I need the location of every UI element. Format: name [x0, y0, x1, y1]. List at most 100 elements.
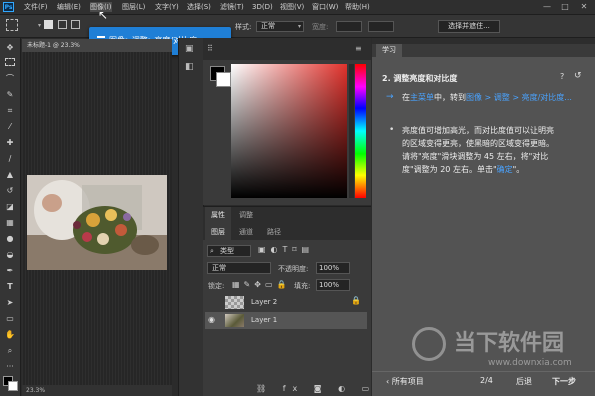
- color-picker-field[interactable]: [231, 64, 347, 198]
- blend-mode-select[interactable]: 正常: [207, 262, 271, 274]
- color-panel-scrollbar[interactable]: [349, 64, 354, 198]
- blur-icon[interactable]: ●: [3, 233, 17, 244]
- fill-input[interactable]: 100%: [316, 279, 350, 291]
- eye-icon[interactable]: ◉: [208, 315, 215, 324]
- menu-filter[interactable]: 滤镜(T): [220, 2, 244, 12]
- bullet-line-4: 度"调整为 20 左右。单击"确定"。: [402, 163, 524, 176]
- tab-channels[interactable]: 通道: [233, 224, 259, 240]
- stamp-icon[interactable]: ▲: [3, 169, 17, 180]
- more-icon[interactable]: ···: [3, 361, 17, 372]
- all-projects-label: 所有项目: [391, 377, 424, 386]
- history-panel-icon[interactable]: ▣: [185, 44, 194, 54]
- canvas-photo: [27, 175, 167, 270]
- panel-menu-icon[interactable]: ≡: [355, 44, 362, 53]
- layer-filter-select[interactable]: ⌕ 类型: [207, 245, 251, 257]
- tab-learn[interactable]: 学习: [376, 44, 402, 57]
- ok-link[interactable]: 确定: [497, 165, 513, 174]
- background-color-swatch[interactable]: [8, 381, 18, 391]
- chevron-down-icon: ▾: [297, 23, 301, 30]
- layer-row-layer1[interactable]: ◉ Layer 1: [205, 312, 367, 329]
- zoom-status[interactable]: 23.3%: [22, 385, 172, 396]
- width-label: 宽度:: [312, 23, 329, 31]
- menu-type[interactable]: 文字(Y): [155, 2, 179, 12]
- subtract-selection-icon[interactable]: [71, 20, 80, 29]
- layers-tabs: 图层 通道 路径: [203, 224, 371, 240]
- path-select-icon[interactable]: ➤: [3, 297, 17, 308]
- quick-select-icon[interactable]: ✎: [3, 89, 17, 100]
- background-swatch[interactable]: [216, 72, 231, 87]
- tab-paths[interactable]: 路径: [261, 224, 287, 240]
- dodge-icon[interactable]: ◒: [3, 249, 17, 260]
- watermark-logo-icon: [412, 327, 446, 361]
- menu-help[interactable]: 帮助(H): [345, 2, 370, 12]
- type-icon[interactable]: T: [3, 281, 17, 292]
- collapsed-panel-column: ▣ ◧: [178, 38, 204, 396]
- watermark-brand: 当下软件园: [454, 331, 565, 356]
- menu-3d[interactable]: 3D(D): [252, 2, 273, 12]
- pen-icon[interactable]: ✒: [3, 265, 17, 276]
- tab-layers[interactable]: 图层: [205, 224, 231, 240]
- move-icon[interactable]: ✥: [3, 42, 17, 53]
- hue-slider[interactable]: [355, 64, 366, 198]
- blend-mode-value: 正常: [212, 264, 226, 272]
- document-tab[interactable]: 未标题-1 @ 23.3%: [22, 39, 172, 52]
- new-selection-icon[interactable]: [44, 20, 53, 29]
- fill-label: 填充:: [294, 282, 311, 290]
- menu-path-link[interactable]: 图像 > 调整 > 亮度/对比度...: [466, 93, 572, 102]
- menu-layer[interactable]: 图层(L): [122, 2, 145, 12]
- dropdown-arrow-icon[interactable]: ▾: [38, 22, 41, 29]
- main-menu-link[interactable]: 主菜单: [410, 93, 434, 102]
- minimize-button[interactable]: —: [540, 1, 554, 13]
- eyedropper-icon[interactable]: ⁄: [3, 121, 17, 132]
- help-icon[interactable]: ?: [560, 72, 564, 81]
- back-button[interactable]: 后退: [516, 376, 532, 387]
- zoom-icon[interactable]: ⌕: [3, 345, 17, 356]
- width-input[interactable]: [336, 21, 362, 32]
- marquee-icon[interactable]: [5, 58, 15, 66]
- next-button[interactable]: 下一步: [552, 376, 576, 387]
- layer-filter-icons[interactable]: ▣◐T⌑▤: [258, 245, 314, 254]
- lasso-icon[interactable]: ⌒: [3, 73, 17, 84]
- close-button[interactable]: ✕: [577, 1, 591, 13]
- all-projects-link[interactable]: ‹ 所有项目: [386, 376, 424, 387]
- hand-icon[interactable]: ✋: [3, 329, 17, 340]
- healing-icon[interactable]: ✚: [3, 137, 17, 148]
- layer-thumbnail: [225, 314, 244, 327]
- tab-properties[interactable]: 属性: [205, 207, 231, 224]
- select-and-mask-button[interactable]: 选择并遮住...: [438, 20, 500, 33]
- lock-options-icons[interactable]: ▦✎✥▭🔒: [232, 280, 290, 289]
- style-select[interactable]: 正常 ▾: [256, 21, 304, 32]
- layer-row-layer2[interactable]: Layer 2 🔒: [205, 294, 367, 311]
- menu-select[interactable]: 选择(S): [187, 2, 211, 12]
- crop-icon[interactable]: ⌗: [3, 105, 17, 116]
- add-selection-icon[interactable]: [58, 20, 67, 29]
- panel-grip-icon: ⠿: [207, 44, 213, 53]
- gradient-icon[interactable]: ▦: [3, 217, 17, 228]
- opacity-label: 不透明度:: [278, 265, 309, 273]
- menu-bar: Ps 文件(F) 编辑(E) 图像(I) 图层(L) 文字(Y) 选择(S) 滤…: [0, 0, 595, 15]
- menu-file[interactable]: 文件(F): [24, 2, 48, 12]
- lock-label: 锁定:: [208, 282, 225, 290]
- rectangle-icon[interactable]: ▭: [3, 313, 17, 324]
- reset-icon[interactable]: ↺: [574, 71, 582, 81]
- instr-prefix: 在: [402, 93, 410, 102]
- layer-thumbnail: [225, 296, 244, 309]
- instruction-text: 在主菜单中，转到图像 > 调整 > 亮度/对比度...: [402, 91, 590, 104]
- layer-filter-label: 类型: [220, 247, 234, 255]
- layer-name: Layer 2: [251, 298, 278, 306]
- menu-window[interactable]: 窗口(W): [312, 2, 338, 12]
- opacity-input[interactable]: 100%: [316, 262, 350, 274]
- flower-bouquet-image: [27, 175, 167, 270]
- marquee-preset-icon[interactable]: [6, 19, 18, 31]
- history-brush-icon[interactable]: ↺: [3, 185, 17, 196]
- site-watermark: 当下软件园 www.downxia.com: [412, 325, 582, 377]
- tab-adjustments[interactable]: 调整: [233, 207, 259, 224]
- eraser-icon[interactable]: ◪: [3, 201, 17, 212]
- menu-edit[interactable]: 编辑(E): [57, 2, 81, 12]
- swatches-panel-icon[interactable]: ◧: [185, 62, 194, 72]
- brush-icon[interactable]: ∕: [3, 153, 17, 164]
- properties-tabs: 属性 调整: [203, 206, 371, 224]
- maximize-button[interactable]: □: [558, 1, 572, 13]
- height-input[interactable]: [368, 21, 394, 32]
- menu-view[interactable]: 视图(V): [280, 2, 304, 12]
